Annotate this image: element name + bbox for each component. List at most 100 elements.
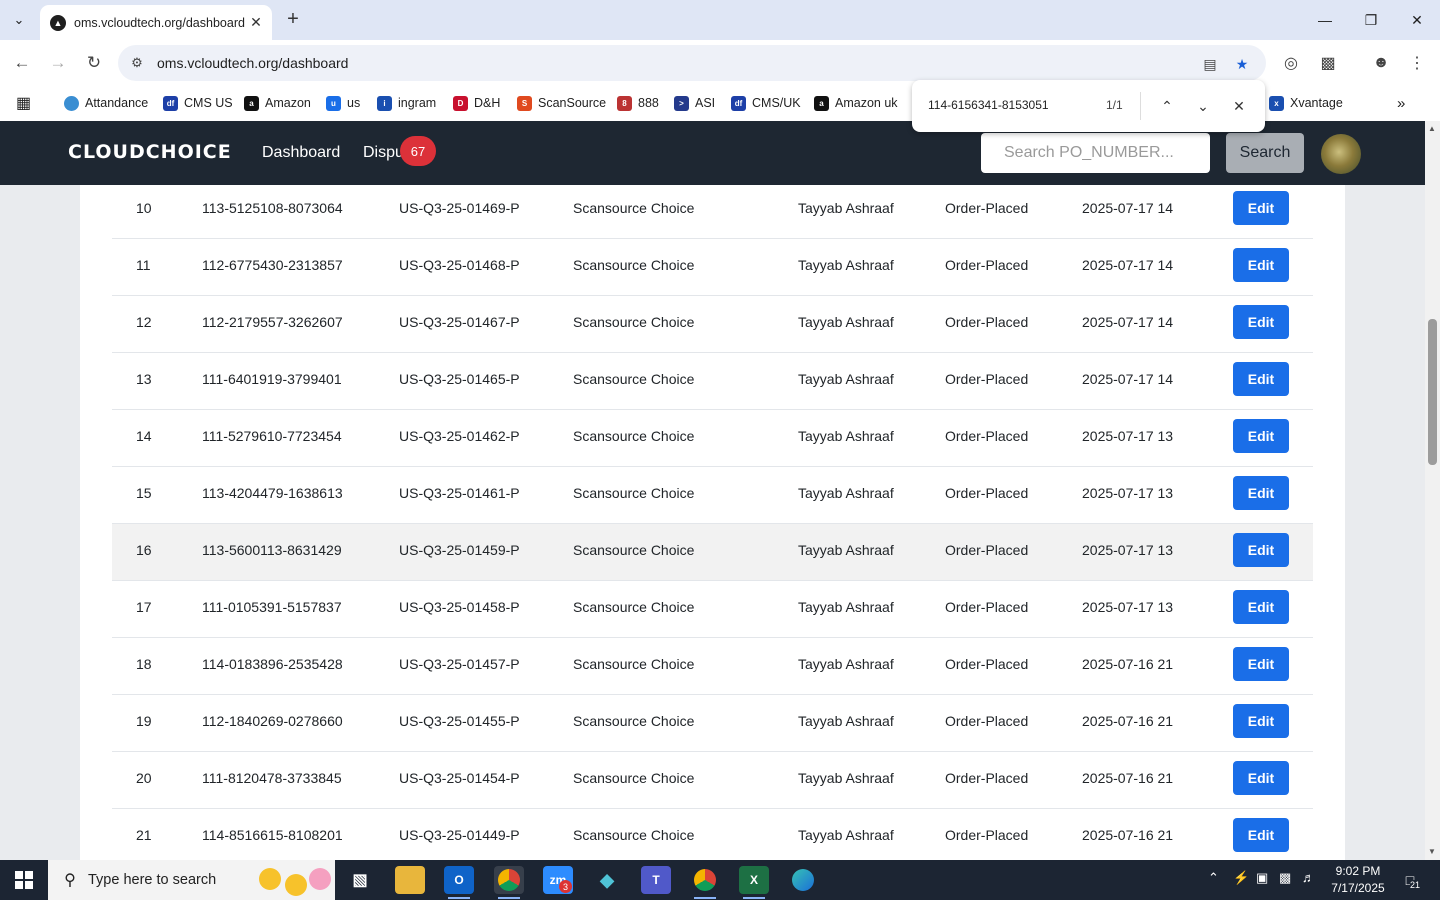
- scroll-up-arrow-icon[interactable]: ▲: [1428, 124, 1436, 133]
- file-explorer-icon[interactable]: [395, 866, 425, 894]
- reload-icon[interactable]: ↻: [81, 50, 107, 76]
- edit-button[interactable]: Edit: [1233, 248, 1289, 282]
- assigned-user-cell: Tayyab Ashraaf: [798, 314, 894, 330]
- cloudchoice-logo[interactable]: CLOUDCHOICE: [68, 141, 232, 163]
- order-date-cell: 2025-07-16 21: [1082, 827, 1174, 843]
- tab-close-icon[interactable]: ✕: [246, 13, 266, 33]
- table-row: 18 114-0183896-2535428 US-Q3-25-01457-P Sca…: [112, 638, 1313, 695]
- find-in-page-icon[interactable]: ▤: [1200, 54, 1220, 74]
- bookmark-888[interactable]: 8 888: [617, 92, 659, 114]
- task-view-icon[interactable]: ▧: [345, 866, 375, 894]
- scrollbar-thumb[interactable]: [1428, 319, 1437, 465]
- outlook-icon[interactable]: O: [444, 866, 474, 899]
- edit-button[interactable]: Edit: [1233, 533, 1289, 567]
- tray-app-icon[interactable]: ⚡: [1233, 870, 1249, 886]
- bookmark-scansource[interactable]: S ScanSource: [517, 92, 606, 114]
- bookmark-us[interactable]: u us: [326, 92, 360, 114]
- profile-icon[interactable]: ☻: [1369, 51, 1393, 75]
- window-close-icon[interactable]: ✕: [1394, 0, 1440, 40]
- ingram-icon: i: [377, 95, 392, 111]
- extensions-puzzle-icon[interactable]: ▩: [1316, 51, 1340, 75]
- browser-tab[interactable]: ▲ oms.vcloudtech.org/dashboard ✕: [40, 5, 272, 40]
- order-status-cell: Order-Placed: [945, 770, 1029, 786]
- menu-kebab-icon[interactable]: ⋮: [1405, 51, 1429, 75]
- po-number-cell: 114-0183896-2535428: [202, 656, 343, 672]
- bookmark-amazon[interactable]: a Amazon: [244, 92, 311, 114]
- forward-arrow-icon[interactable]: →: [45, 50, 71, 76]
- tray-chevron-up-icon[interactable]: ⌃: [1208, 870, 1219, 886]
- us-icon: u: [326, 95, 341, 111]
- order-date-cell: 2025-07-17 14: [1082, 314, 1174, 330]
- po-number-search-input[interactable]: [981, 133, 1210, 173]
- edit-button[interactable]: Edit: [1233, 305, 1289, 339]
- assigned-user-cell: Tayyab Ashraaf: [798, 257, 894, 273]
- scroll-down-arrow-icon[interactable]: ▼: [1428, 847, 1436, 856]
- edit-button[interactable]: Edit: [1233, 647, 1289, 681]
- volume-icon[interactable]: ♬: [1302, 870, 1315, 885]
- translate-globe-icon[interactable]: ◎: [1279, 51, 1303, 75]
- xvantage-icon: x: [1269, 95, 1284, 111]
- supplier-name-cell: Scansource Choice: [573, 257, 695, 273]
- po-number-cell: 112-1840269-0278660: [202, 713, 343, 729]
- orders-table-card: 10 113-5125108-8073064 US-Q3-25-01469-P Sca…: [80, 185, 1345, 860]
- po-number-cell: 113-4204479-1638613: [202, 485, 343, 501]
- nav-disputes-link[interactable]: Dispu: [363, 144, 404, 162]
- taskbar-clock[interactable]: 9:02 PM 7/17/2025: [1322, 863, 1394, 897]
- edit-button[interactable]: Edit: [1233, 191, 1289, 225]
- nav-dashboard-link[interactable]: Dashboard: [262, 144, 340, 162]
- excel-icon[interactable]: X: [739, 866, 769, 899]
- site-info-icon[interactable]: ⚙: [128, 54, 146, 72]
- bookmark-star-icon[interactable]: ★: [1232, 54, 1252, 74]
- page-scrollbar[interactable]: ▲ ▼: [1425, 121, 1440, 860]
- bookmark-attandance[interactable]: Attandance: [64, 92, 148, 114]
- minimize-icon[interactable]: —: [1302, 0, 1348, 40]
- 888-icon: 8: [617, 95, 632, 111]
- browser-tab-strip: ⌄ ▲ oms.vcloudtech.org/dashboard ✕ + — ❐…: [0, 0, 1440, 40]
- bookmark-asi[interactable]: > ASI: [674, 92, 715, 114]
- edit-button[interactable]: Edit: [1233, 704, 1289, 738]
- edit-button[interactable]: Edit: [1233, 761, 1289, 795]
- network-icon[interactable]: ▩: [1279, 870, 1291, 886]
- cms-uk-icon: df: [731, 95, 746, 111]
- edit-button[interactable]: Edit: [1233, 590, 1289, 624]
- chrome-profile-icon[interactable]: [690, 866, 720, 899]
- supplier-name-cell: Scansource Choice: [573, 428, 695, 444]
- row-index-cell: 20: [136, 770, 152, 786]
- find-close-icon[interactable]: ✕: [1227, 94, 1251, 118]
- bookmark-xvantage[interactable]: x Xvantage: [1269, 92, 1343, 114]
- teams-icon[interactable]: T: [641, 866, 671, 894]
- tab-search-chevron-icon[interactable]: ⌄: [6, 7, 32, 33]
- more-bookmarks-chevron-icon[interactable]: »: [1397, 92, 1405, 114]
- bookmark-cms-uk[interactable]: df CMS/UK: [731, 92, 801, 114]
- diamond-app-icon[interactable]: ◆: [592, 866, 622, 894]
- edit-button[interactable]: Edit: [1233, 818, 1289, 852]
- edit-button[interactable]: Edit: [1233, 476, 1289, 510]
- bookmark-cms-us[interactable]: df CMS US: [163, 92, 233, 114]
- po-number-cell: 112-2179557-3262607: [202, 314, 343, 330]
- edit-button[interactable]: Edit: [1233, 419, 1289, 453]
- order-date-cell: 2025-07-17 13: [1082, 485, 1174, 501]
- search-button[interactable]: Search: [1226, 133, 1304, 173]
- find-next-chevron-down-icon[interactable]: ⌄: [1191, 94, 1215, 118]
- row-index-cell: 15: [136, 485, 152, 501]
- row-index-cell: 14: [136, 428, 152, 444]
- new-tab-plus-icon[interactable]: +: [282, 8, 304, 30]
- back-arrow-icon[interactable]: ←: [9, 50, 35, 76]
- chrome-active-icon[interactable]: [494, 866, 524, 899]
- restore-icon[interactable]: ❐: [1348, 0, 1394, 40]
- apps-grid-icon[interactable]: ▦: [16, 92, 31, 114]
- cms-us-icon: df: [163, 95, 178, 111]
- bookmark-dh[interactable]: D D&H: [453, 92, 500, 114]
- user-avatar[interactable]: [1321, 134, 1361, 174]
- bookmark-amazon-uk[interactable]: a Amazon uk: [814, 92, 898, 114]
- address-bar[interactable]: ⚙ oms.vcloudtech.org/dashboard ▤ ★: [118, 45, 1266, 81]
- find-input[interactable]: 114-6156341-8153051: [928, 98, 1049, 112]
- edge-icon[interactable]: [788, 866, 818, 894]
- tray-security-icon[interactable]: ▣: [1256, 870, 1268, 886]
- table-row: 12 112-2179557-3262607 US-Q3-25-01467-P Sca…: [112, 296, 1313, 353]
- find-previous-chevron-up-icon[interactable]: ⌃: [1155, 94, 1179, 118]
- bookmark-ingram[interactable]: i ingram: [377, 92, 436, 114]
- taskbar-search-box[interactable]: ⚲ Type here to search: [48, 860, 335, 900]
- windows-start-icon[interactable]: [0, 860, 48, 900]
- edit-button[interactable]: Edit: [1233, 362, 1289, 396]
